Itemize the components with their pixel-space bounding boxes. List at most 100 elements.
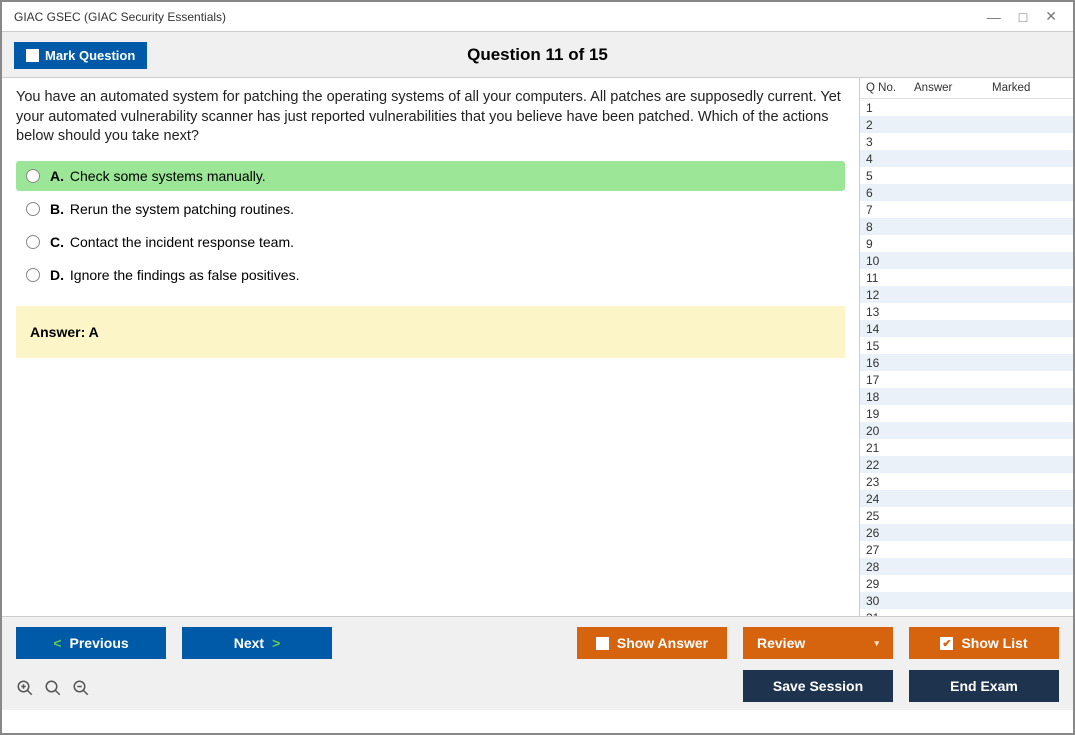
show-answer-button[interactable]: Show Answer <box>577 627 727 659</box>
body: You have an automated system for patchin… <box>2 78 1073 616</box>
window-title: GIAC GSEC (GIAC Security Essentials) <box>14 10 226 24</box>
question-list-row[interactable]: 11 <box>860 269 1073 286</box>
col-marked: Marked <box>992 82 1073 94</box>
review-button[interactable]: Review ▾ <box>743 627 893 659</box>
question-list-row[interactable]: 17 <box>860 371 1073 388</box>
answer-option[interactable]: B. Rerun the system patching routines. <box>16 194 845 224</box>
save-session-label: Save Session <box>773 678 863 694</box>
row-qno: 25 <box>866 509 914 523</box>
row-qno: 13 <box>866 305 914 319</box>
row-qno: 18 <box>866 390 914 404</box>
question-list-row[interactable]: 1 <box>860 99 1073 116</box>
question-counter: Question 11 of 15 <box>467 45 608 65</box>
previous-button[interactable]: < Previous <box>16 627 166 659</box>
mark-question-button[interactable]: Mark Question <box>14 42 147 69</box>
question-list-row[interactable]: 19 <box>860 405 1073 422</box>
answer-label: Answer: A <box>30 324 99 340</box>
question-list-row[interactable]: 16 <box>860 354 1073 371</box>
save-session-button[interactable]: Save Session <box>743 670 893 702</box>
header: Mark Question Question 11 of 15 <box>2 32 1073 78</box>
question-list-row[interactable]: 20 <box>860 422 1073 439</box>
radio-icon <box>26 268 40 282</box>
row-qno: 19 <box>866 407 914 421</box>
question-list-row[interactable]: 23 <box>860 473 1073 490</box>
question-list-row[interactable]: 25 <box>860 507 1073 524</box>
button-row-2: Save Session End Exam <box>16 669 1059 702</box>
review-label: Review <box>757 635 805 651</box>
col-answer: Answer <box>914 82 992 94</box>
question-list-row[interactable]: 28 <box>860 558 1073 575</box>
radio-icon <box>26 202 40 216</box>
row-qno: 10 <box>866 254 914 268</box>
zoom-out-icon[interactable] <box>72 679 90 702</box>
row-qno: 23 <box>866 475 914 489</box>
question-list-row[interactable]: 3 <box>860 133 1073 150</box>
zoom-reset-icon[interactable] <box>44 679 62 702</box>
option-text: C. Contact the incident response team. <box>50 234 294 250</box>
row-qno: 24 <box>866 492 914 506</box>
question-list-row[interactable]: 14 <box>860 320 1073 337</box>
row-qno: 3 <box>866 135 914 149</box>
row-qno: 12 <box>866 288 914 302</box>
question-list-header: Q No. Answer Marked <box>860 78 1073 99</box>
question-list-row[interactable]: 15 <box>860 337 1073 354</box>
row-qno: 9 <box>866 237 914 251</box>
row-qno: 6 <box>866 186 914 200</box>
answer-box: Answer: A <box>16 306 845 358</box>
row-qno: 17 <box>866 373 914 387</box>
row-qno: 16 <box>866 356 914 370</box>
question-list-row[interactable]: 22 <box>860 456 1073 473</box>
question-list-row[interactable]: 29 <box>860 575 1073 592</box>
show-list-label: Show List <box>961 635 1027 651</box>
chevron-right-icon: > <box>272 635 280 651</box>
question-list-row[interactable]: 4 <box>860 150 1073 167</box>
row-qno: 7 <box>866 203 914 217</box>
row-qno: 31 <box>866 611 914 617</box>
answer-option[interactable]: D. Ignore the findings as false positive… <box>16 260 845 290</box>
row-qno: 20 <box>866 424 914 438</box>
minimize-icon[interactable]: — <box>987 9 1001 25</box>
question-list-row[interactable]: 24 <box>860 490 1073 507</box>
end-exam-label: End Exam <box>950 678 1018 694</box>
question-text: You have an automated system for patchin… <box>16 88 845 147</box>
question-list-row[interactable]: 27 <box>860 541 1073 558</box>
window-controls: — □ ✕ <box>987 8 1065 25</box>
question-list-row[interactable]: 13 <box>860 303 1073 320</box>
row-qno: 30 <box>866 594 914 608</box>
chevron-left-icon: < <box>53 635 61 651</box>
maximize-icon[interactable]: □ <box>1019 9 1027 25</box>
question-list-row[interactable]: 10 <box>860 252 1073 269</box>
row-qno: 4 <box>866 152 914 166</box>
question-list-row[interactable]: 5 <box>860 167 1073 184</box>
checkbox-checked-icon: ✔ <box>940 637 953 650</box>
question-list-row[interactable]: 31 <box>860 609 1073 616</box>
question-list-row[interactable]: 21 <box>860 439 1073 456</box>
option-text: D. Ignore the findings as false positive… <box>50 267 299 283</box>
question-list-row[interactable]: 18 <box>860 388 1073 405</box>
question-list-row[interactable]: 6 <box>860 184 1073 201</box>
answer-option[interactable]: C. Contact the incident response team. <box>16 227 845 257</box>
options-list: A. Check some systems manually.B. Rerun … <box>16 161 845 290</box>
show-answer-label: Show Answer <box>617 635 708 651</box>
question-list-row[interactable]: 12 <box>860 286 1073 303</box>
row-qno: 11 <box>866 271 914 285</box>
chevron-down-icon: ▾ <box>874 638 879 649</box>
end-exam-button[interactable]: End Exam <box>909 670 1059 702</box>
question-list-row[interactable]: 26 <box>860 524 1073 541</box>
mark-question-label: Mark Question <box>45 48 135 63</box>
question-list[interactable]: 1234567891011121314151617181920212223242… <box>860 99 1073 616</box>
checkbox-icon <box>26 49 39 62</box>
question-list-row[interactable]: 2 <box>860 116 1073 133</box>
row-qno: 14 <box>866 322 914 336</box>
show-list-button[interactable]: ✔ Show List <box>909 627 1059 659</box>
close-icon[interactable]: ✕ <box>1045 8 1057 25</box>
next-label: Next <box>234 635 264 651</box>
question-list-row[interactable]: 9 <box>860 235 1073 252</box>
question-list-row[interactable]: 7 <box>860 201 1073 218</box>
zoom-in-icon[interactable] <box>16 679 34 702</box>
next-button[interactable]: Next > <box>182 627 332 659</box>
question-list-row[interactable]: 8 <box>860 218 1073 235</box>
question-list-row[interactable]: 30 <box>860 592 1073 609</box>
row-qno: 26 <box>866 526 914 540</box>
answer-option[interactable]: A. Check some systems manually. <box>16 161 845 191</box>
